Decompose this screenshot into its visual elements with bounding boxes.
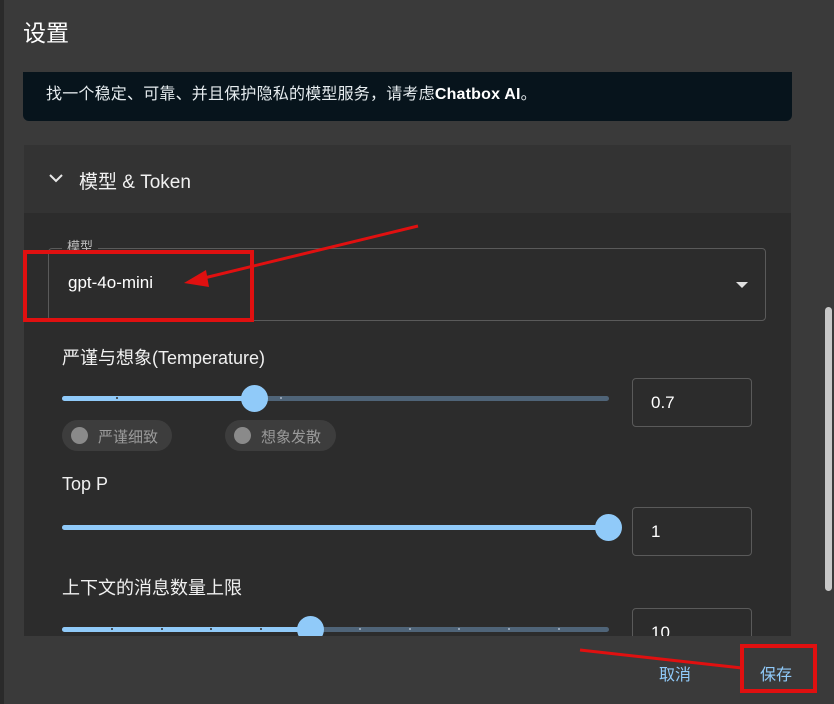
annotation-arrow-line [579,648,743,670]
settings-dialog: 设置 找一个稳定、可靠、并且保护隐私的模型服务，请考虑Chatbox AI。 模… [0,0,834,704]
annotation-arrows [184,224,743,670]
annotation-arrow-head [184,270,209,287]
annotation-arrow-line [199,224,419,281]
